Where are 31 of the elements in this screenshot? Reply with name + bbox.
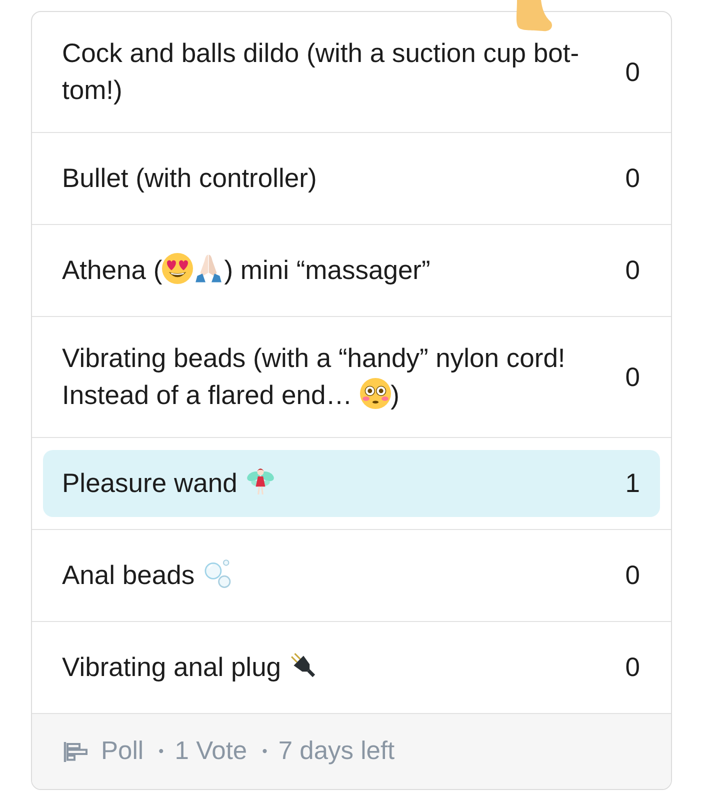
vote-count: 0 [625, 56, 640, 88]
vote-count: 1 [625, 467, 640, 500]
heart-eyes-face-icon [162, 253, 194, 284]
poll-option[interactable]: Cock and balls dildo (with a suction cup bot-tom!) 0 [43, 24, 660, 120]
poll-option[interactable]: Vibrating beads (with a “handy” nylon cord! Instead of a flared end… ) 0 [43, 329, 660, 425]
poll-type-label: Poll [101, 737, 144, 766]
poll-detail: 1 Vote [174, 737, 248, 766]
option-label: Cock and balls dildo (with a suction cup bot-tom!) [62, 37, 580, 107]
option-label: Bullet (with controller) [62, 162, 317, 195]
vote-count: 0 [625, 559, 640, 592]
option-label: Anal beads [62, 557, 233, 594]
fairy-icon [244, 466, 276, 497]
vote-count: 0 [625, 254, 640, 287]
vote-count: 0 [625, 360, 640, 394]
poll-option[interactable]: Pleasure wand 1 [43, 450, 660, 517]
flushed-face-icon [360, 378, 391, 409]
poll-option[interactable]: Athena ( ) mini “massager” 0 [43, 237, 660, 304]
option-label: Vibrating anal plug [62, 649, 320, 686]
option-label: Vibrating beads (with a “handy” nylon cord! Instead of a flared end… ) [62, 342, 566, 412]
separator-dot: • [158, 743, 164, 760]
vote-count: 0 [625, 162, 640, 195]
option-label: Athena ( ) mini “massager” [62, 252, 430, 287]
praying-hands-icon [193, 253, 224, 284]
poll-option[interactable]: Bullet (with controller) 0 [43, 145, 660, 212]
separator-dot: • [262, 743, 268, 760]
option-label: Pleasure wand [62, 465, 276, 502]
poll-option[interactable]: Vibrating anal plug 0 [43, 634, 660, 701]
vote-count: 0 [625, 651, 640, 684]
poll-option[interactable]: Anal beads 0 [43, 542, 660, 609]
poll-detail: 7 days left [278, 737, 395, 766]
poll-icon [63, 740, 89, 762]
